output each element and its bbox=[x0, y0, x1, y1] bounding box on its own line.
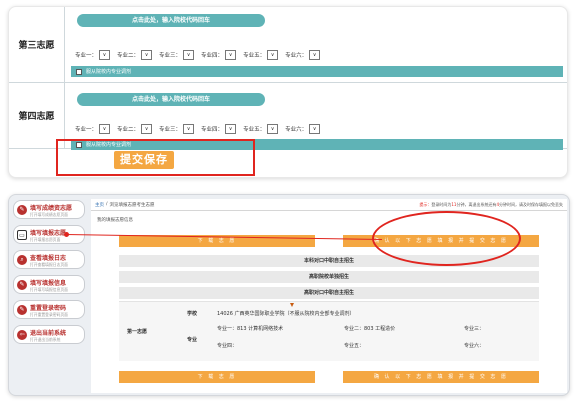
logout-icon: ⇦ bbox=[17, 330, 27, 340]
sidebar-item-title: 退出当前系统 bbox=[30, 330, 67, 337]
major-select[interactable]: ∨ bbox=[183, 50, 195, 60]
school-label: 学校 bbox=[187, 311, 198, 317]
major-select[interactable]: ∨ bbox=[141, 50, 153, 60]
sidebar-item-title: 填写填报志愿 bbox=[30, 230, 67, 237]
major-value: 专业六： bbox=[464, 343, 485, 349]
major-label: 专业六： bbox=[285, 53, 308, 59]
major-label: 专业六： bbox=[285, 127, 308, 133]
sidebar-item-view-log[interactable]: ⌕ 查看填报日志 打开查看填报日志页面 bbox=[13, 250, 85, 269]
major-select[interactable]: ∨ bbox=[309, 124, 321, 134]
breadcrumb: 主页 / 浏览填报志愿考生志愿 提示：登录时间为11分钟，离退出系统还有4分钟时… bbox=[91, 199, 567, 211]
sidebar-item-logout[interactable]: ⇦ 退出当前系统 打开退出当前系统 bbox=[13, 325, 85, 344]
school-code-input[interactable]: 点击此处，输入院校代码回车 bbox=[77, 14, 265, 27]
major-value: 专业三： bbox=[464, 326, 485, 332]
category-banner: 高职对口中职自主招生 bbox=[119, 287, 539, 299]
sidebar-item-title: 查看填报日志 bbox=[30, 255, 67, 262]
major-select[interactable]: ∨ bbox=[225, 124, 237, 134]
major-value: 专业五： bbox=[344, 343, 365, 349]
major-select[interactable]: ∨ bbox=[141, 124, 153, 134]
edit-icon: ✎ bbox=[17, 280, 27, 290]
adjust-checkbox[interactable] bbox=[76, 68, 82, 75]
major-select[interactable]: ∨ bbox=[99, 50, 111, 60]
confirm-submit-button-bottom[interactable]: 确 认 以 下 志 愿 填 报 并 提 交 志 愿 bbox=[343, 371, 539, 383]
choice-label: 第三志愿 bbox=[9, 7, 65, 82]
sidebar-item-title: 填写填报信息 bbox=[30, 280, 67, 287]
school-code-input[interactable]: 点击此处，输入院校代码回车 bbox=[77, 93, 265, 106]
download-choices-button-bottom[interactable]: 下 载 志 愿 bbox=[119, 371, 315, 383]
major-label: 专业四： bbox=[201, 53, 224, 59]
school-value: 14026 广西英华国际职业学院（不服从院校内全部专业调剂） bbox=[217, 311, 355, 317]
sidebar-item-title: 重置登录密码 bbox=[30, 305, 67, 312]
choice-row-3: 第三志愿 点击此处，输入院校代码回车 专业一： ∨ 专业二： ∨ 专业三： ∨ 专业四… bbox=[9, 7, 567, 83]
annotation-ellipse bbox=[372, 211, 521, 266]
page-subtitle: 我的填报志愿信息 bbox=[97, 218, 133, 223]
sidebar-item-subtitle: 打开重置登录密码页面 bbox=[30, 312, 68, 317]
edit-icon: ✎ bbox=[17, 205, 27, 215]
sidebar-item-reset-password[interactable]: ✎ 重置登录密码 打开重置登录密码页面 bbox=[13, 300, 85, 319]
breadcrumb-current: 浏览填报志愿考生志愿 bbox=[109, 202, 155, 208]
submit-save-button[interactable]: 提交保存 bbox=[114, 151, 174, 169]
category-banner: 高职院校单独招生 bbox=[119, 271, 539, 283]
major-select[interactable]: ∨ bbox=[225, 50, 237, 60]
major-label: 专业 bbox=[187, 337, 198, 343]
sidebar-item-subtitle: 打开查看填报日志页面 bbox=[30, 262, 68, 267]
breadcrumb-separator: / bbox=[106, 202, 108, 207]
major-select[interactable]: ∨ bbox=[267, 50, 279, 60]
major-select[interactable]: ∨ bbox=[99, 124, 111, 134]
majors-line: 专业一： ∨ 专业二： ∨ 专业三： ∨ 专业四： ∨ 专业五： ∨ 专业六： ∨ bbox=[75, 49, 327, 61]
major-select[interactable]: ∨ bbox=[309, 50, 321, 60]
major-value: 专业一：813 计算机网络技术 bbox=[217, 326, 284, 332]
sidebar-item-fill-info[interactable]: ✎ 填写填报信息 打开填写填报信息页面 bbox=[13, 275, 85, 294]
major-label: 专业二： bbox=[117, 127, 140, 133]
major-value: 专业四： bbox=[217, 343, 238, 349]
major-label: 专业五： bbox=[243, 127, 266, 133]
document-icon: ▭ bbox=[17, 230, 27, 240]
major-value: 专业二：803 工程造价 bbox=[344, 326, 396, 332]
adjust-bar: 服从院校内专业调剂 bbox=[71, 66, 563, 77]
major-select[interactable]: ∨ bbox=[267, 124, 279, 134]
choice-detail: 第一志愿 学校 14026 广西英华国际职业学院（不服从院校内全部专业调剂） 专… bbox=[119, 301, 539, 361]
edit-icon: ✎ bbox=[17, 305, 27, 315]
sidebar-item-subtitle: 打开退出当前系统 bbox=[30, 337, 61, 342]
sidebar-item-subtitle: 打开填写成绩志愿页面 bbox=[30, 212, 68, 217]
sidebar-item-subtitle: 打开填报志愿页面 bbox=[30, 237, 61, 242]
major-label: 专业三： bbox=[159, 53, 182, 59]
sidebar-item-title: 填写成绩资志愿 bbox=[30, 205, 73, 212]
search-icon: ⌕ bbox=[17, 255, 27, 265]
major-label: 专业一： bbox=[75, 53, 98, 59]
choice-label: 第一志愿 bbox=[127, 329, 148, 335]
major-label: 专业五： bbox=[243, 53, 266, 59]
major-label: 专业三： bbox=[159, 127, 182, 133]
sidebar: ✎ 填写成绩资志愿 打开填写成绩志愿页面 ▭ 填写填报志愿 打开填报志愿页面 ⌕… bbox=[13, 200, 85, 350]
marker-icon bbox=[290, 303, 294, 307]
major-label: 专业二： bbox=[117, 53, 140, 59]
session-notice: 提示：登录时间为11分钟，离退出系统还有4分钟时间，请及时保存填报以免丢失 bbox=[419, 202, 563, 207]
major-label: 专业一： bbox=[75, 127, 98, 133]
major-label: 专业四： bbox=[201, 127, 224, 133]
choice-body: 点击此处，输入院校代码回车 专业一： ∨ 专业二： ∨ 专业三： ∨ 专业四： ∨ 专业… bbox=[67, 7, 563, 82]
sidebar-item-subtitle: 打开填写填报信息页面 bbox=[30, 287, 68, 292]
sidebar-item-fill-scores[interactable]: ✎ 填写成绩资志愿 打开填写成绩志愿页面 bbox=[13, 200, 85, 219]
major-select[interactable]: ∨ bbox=[183, 124, 195, 134]
majors-line: 专业一： ∨ 专业二： ∨ 专业三： ∨ 专业四： ∨ 专业五： ∨ 专业六： ∨ bbox=[75, 123, 327, 135]
adjust-label: 服从院校内专业调剂 bbox=[86, 69, 132, 75]
breadcrumb-home[interactable]: 主页 bbox=[95, 202, 104, 208]
